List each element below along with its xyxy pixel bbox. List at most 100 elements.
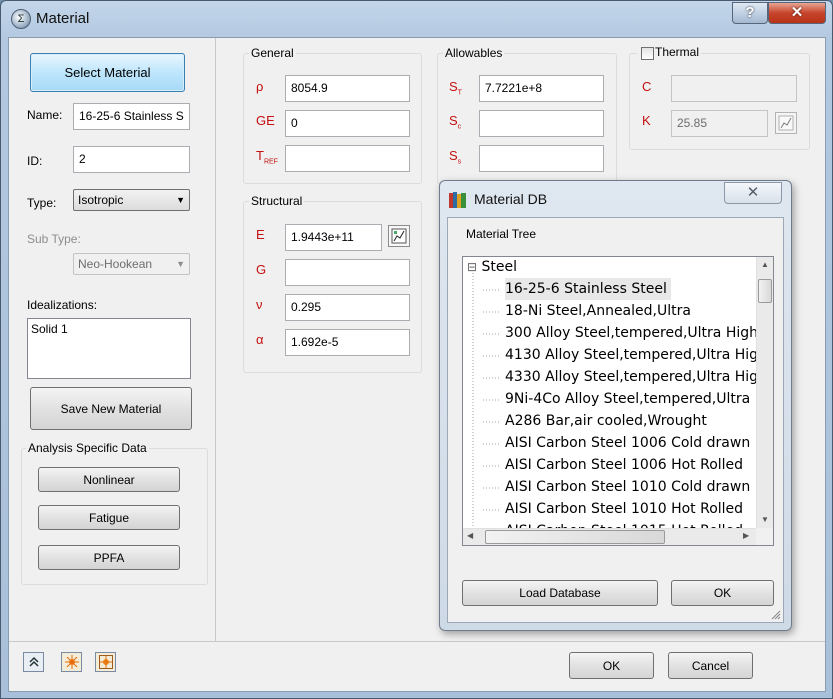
tree-item[interactable]: 300 Alloy Steel,tempered,Ultra High [505, 322, 758, 344]
st-symbol: ST [449, 79, 462, 97]
tree-item[interactable]: 4330 Alloy Steel,tempered,Ultra High [505, 366, 767, 388]
c-symbol: C [642, 79, 652, 94]
star-burst-icon[interactable] [61, 652, 82, 672]
ge-field[interactable]: 0 [285, 110, 410, 137]
subtype-label: Sub Type: [27, 232, 81, 246]
tree-item[interactable]: A286 Bar,air cooled,Wrought [505, 410, 707, 432]
analysis-group-title: Analysis Specific Data [26, 441, 149, 455]
tree-item[interactable]: AISI Carbon Steel 1010 Hot Rolled [505, 498, 743, 520]
cancel-button[interactable]: Cancel [668, 652, 753, 679]
material-db-client: Material Tree ⊟ Steel 16-25-6 Stainless … [447, 217, 784, 623]
subtype-select: Neo-Hookean ▼ [73, 253, 190, 275]
tref-field[interactable] [285, 145, 410, 172]
tree-lines [472, 273, 474, 545]
general-group-title: General [249, 46, 296, 60]
e-field[interactable]: 1.9443e+11 [285, 224, 382, 251]
books-icon [449, 192, 466, 208]
horizontal-scrollbar[interactable]: ◀ ▶ [463, 528, 758, 545]
material-db-title: Material DB [474, 191, 548, 207]
idealizations-list[interactable]: Solid 1 [27, 318, 191, 379]
tree-item[interactable]: 16-25-6 Stainless Steel [505, 278, 671, 300]
star-burst-icon [64, 655, 79, 669]
g-field[interactable] [285, 259, 410, 286]
tree-item[interactable]: AISI Carbon Steel 1010 Cold drawn [505, 476, 750, 498]
fatigue-button[interactable]: Fatigue [38, 505, 180, 530]
footer-divider [9, 641, 825, 642]
rho-symbol: ρ [256, 79, 264, 94]
window-title: Material [36, 10, 90, 27]
scroll-right-icon[interactable]: ▶ [743, 531, 749, 540]
nu-symbol: ν [256, 297, 263, 312]
material-tree[interactable]: ⊟ Steel 16-25-6 Stainless Steel 18-Ni Ste… [462, 256, 774, 546]
chart-curve-icon [391, 228, 407, 244]
e-symbol: E [256, 227, 265, 242]
name-field[interactable]: 16-25-6 Stainless S [73, 103, 190, 130]
tree-item[interactable]: 18-Ni Steel,Annealed,Ultra [505, 300, 691, 322]
idealizations-label: Idealizations: [27, 298, 98, 312]
title-bar[interactable]: Σ Material ? ✕ [1, 1, 832, 37]
thermal-checkbox[interactable] [641, 47, 654, 60]
scroll-corner [756, 528, 773, 545]
type-label: Type: [27, 196, 57, 210]
vertical-scroll-thumb[interactable] [758, 279, 772, 303]
double-chevron-up-icon [28, 656, 39, 667]
type-select-value: Isotropic [78, 193, 124, 207]
material-tree-label: Material Tree [466, 227, 537, 241]
st-field[interactable]: 7.7221e+8 [479, 75, 604, 102]
scroll-down-icon[interactable]: ▼ [761, 515, 769, 524]
sc-field[interactable] [479, 110, 604, 137]
resize-grip-icon[interactable] [771, 610, 781, 620]
tree-item[interactable]: 4130 Alloy Steel,tempered,Ultra High [505, 344, 767, 366]
ss-symbol: Ss [449, 148, 462, 166]
select-material-button[interactable]: Select Material [30, 53, 185, 92]
structural-group-title: Structural [249, 194, 305, 208]
sc-symbol: Sc [449, 113, 462, 131]
id-field[interactable]: 2 [73, 146, 190, 173]
vertical-scrollbar[interactable]: ▲ ▼ [756, 257, 773, 528]
material-db-dialog: Material DB ✕ Material Tree ⊟ Steel 16-2… [439, 180, 792, 631]
help-button[interactable]: ? [732, 2, 768, 24]
material-db-ok-button[interactable]: OK [671, 580, 774, 606]
g-symbol: G [256, 262, 267, 277]
scroll-left-icon[interactable]: ◀ [467, 531, 473, 540]
name-label: Name: [27, 108, 63, 122]
ss-field[interactable] [479, 145, 604, 172]
list-item[interactable]: Solid 1 [31, 322, 187, 336]
tref-symbol: TREF [256, 148, 278, 166]
tree-item[interactable]: AISI Carbon Steel 1006 Cold drawn [505, 432, 750, 454]
material-app-icon: Σ [11, 9, 31, 29]
close-button[interactable]: ✕ [768, 2, 826, 24]
chart-curve-icon [778, 115, 794, 131]
ge-symbol: GE [256, 113, 275, 128]
tree-item[interactable]: AISI Carbon Steel 1006 Hot Rolled [505, 454, 743, 476]
scroll-up-icon[interactable]: ▲ [761, 260, 769, 269]
ok-button[interactable]: OK [569, 652, 654, 679]
load-database-button[interactable]: Load Database [462, 580, 658, 606]
alpha-symbol: α [256, 332, 264, 347]
id-label: ID: [27, 154, 43, 168]
k-symbol: K [642, 113, 651, 128]
horizontal-scroll-thumb[interactable] [485, 530, 665, 544]
type-select[interactable]: Isotropic ▼ [73, 189, 190, 211]
subtype-select-value: Neo-Hookean [78, 257, 153, 271]
thermal-curve-button [775, 112, 797, 134]
nu-field[interactable]: 0.295 [285, 294, 410, 321]
star-burst-grid-icon[interactable] [95, 652, 116, 672]
chevron-down-icon: ▼ [176, 259, 185, 269]
k-field: 25.85 [671, 110, 768, 137]
star-burst-grid-icon [98, 655, 113, 669]
save-new-material-button[interactable]: Save New Material [30, 387, 192, 430]
e-curve-button[interactable] [388, 225, 410, 247]
tree-item[interactable]: 9Ni-4Co Alloy Steel,tempered,Ultra H [505, 388, 765, 410]
panel-divider [215, 38, 216, 641]
collapse-up-icon[interactable] [23, 652, 44, 672]
allowables-group-title: Allowables [443, 46, 505, 60]
chevron-down-icon: ▼ [176, 195, 185, 205]
material-db-close-button[interactable]: ✕ [724, 182, 782, 204]
ppfa-button[interactable]: PPFA [38, 545, 180, 570]
rho-field[interactable]: 8054.9 [285, 75, 410, 102]
alpha-field[interactable]: 1.692e-5 [285, 329, 410, 356]
c-field [671, 75, 797, 102]
material-window: Σ Material ? ✕ Select Material Name: 16-… [0, 0, 833, 699]
nonlinear-button[interactable]: Nonlinear [38, 467, 180, 492]
